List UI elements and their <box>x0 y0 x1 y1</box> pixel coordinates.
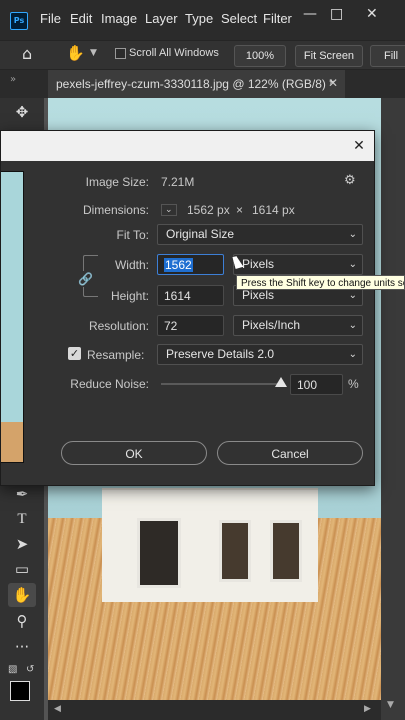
vertical-scrollbar[interactable]: ▼ <box>381 98 405 720</box>
chevron-down-icon: ⌄ <box>348 349 357 360</box>
zoom-tool-icon[interactable]: ⚲ <box>8 609 36 633</box>
resolution-unit-select[interactable]: Pixels/Inch ⌄ <box>233 315 363 336</box>
image-size-dialog: ✕ Image Size: 7.21M ⚙ Dimensions: ⌄ 1562… <box>0 130 375 486</box>
dimensions-times: × <box>236 203 244 217</box>
width-unit-select[interactable]: Pixels ⌄ <box>233 254 363 275</box>
image-preview[interactable] <box>1 171 24 463</box>
link-chain-icon[interactable]: 🔗 <box>78 271 93 287</box>
document-tab-title: pexels-jeffrey-czum-3330118.jpg @ 122% (… <box>56 77 334 91</box>
menu-file[interactable]: File <box>40 11 61 26</box>
chevron-down-icon[interactable]: ▼ <box>90 48 97 58</box>
scroll-down-icon[interactable]: ▼ <box>387 700 394 710</box>
height-input[interactable]: 1614 <box>157 285 224 306</box>
fit-to-value: Original Size <box>166 227 235 241</box>
maximize-icon[interactable]: □ <box>330 6 343 22</box>
reduce-noise-slider-thumb[interactable] <box>275 377 287 387</box>
photoshop-logo: Ps <box>10 12 28 30</box>
swap-colors-icon[interactable]: ↺ <box>26 664 34 675</box>
image-size-value: 7.21M <box>161 175 195 189</box>
resample-method-value: Preserve Details 2.0 <box>166 347 275 361</box>
width-input[interactable]: 1562 <box>157 254 224 275</box>
photo-house-window <box>270 520 302 582</box>
dimensions-width: 1562 px <box>187 203 230 217</box>
resolution-value: 72 <box>164 319 178 333</box>
fit-to-select[interactable]: Original Size ⌄ <box>157 224 363 245</box>
foreground-color-swatch[interactable] <box>10 681 30 701</box>
ok-button[interactable]: OK <box>61 441 207 465</box>
menu-edit[interactable]: Edit <box>70 11 92 26</box>
options-bar: ⌂ ✋ ▼ Scroll All Windows 100% Fit Screen… <box>0 40 405 70</box>
scroll-right-icon[interactable]: ▶ <box>364 704 371 714</box>
reduce-noise-value: 100 <box>297 378 318 392</box>
height-label: Height: <box>110 289 149 303</box>
scroll-all-windows-checkbox[interactable] <box>115 48 126 59</box>
settings-gear-icon[interactable]: ⚙ <box>344 173 356 188</box>
cancel-button[interactable]: Cancel <box>217 441 363 465</box>
fill-screen-button[interactable]: Fill <box>370 45 405 67</box>
chevron-down-icon: ⌄ <box>348 259 357 270</box>
resample-checkbox[interactable]: ✓ <box>68 347 81 360</box>
fit-screen-button[interactable]: Fit Screen <box>295 45 363 67</box>
path-selection-tool-icon[interactable]: ➤ <box>8 532 36 556</box>
tab-close-icon[interactable]: ✕ <box>328 76 338 90</box>
dimensions-label: Dimensions: <box>82 203 149 217</box>
document-tab[interactable]: pexels-jeffrey-czum-3330118.jpg @ 122% (… <box>48 70 345 98</box>
scroll-left-icon[interactable]: ◀ <box>54 704 61 714</box>
zoom-100-button[interactable]: 100% <box>234 45 286 67</box>
width-value: 1562 <box>164 258 193 272</box>
image-size-label: Image Size: <box>85 175 149 189</box>
photo-house <box>102 488 318 602</box>
fit-to-label: Fit To: <box>116 228 149 242</box>
resample-method-select[interactable]: Preserve Details 2.0 ⌄ <box>157 344 363 365</box>
resolution-unit-value: Pixels/Inch <box>242 318 301 332</box>
menu-layer[interactable]: Layer <box>145 11 178 26</box>
menu-select[interactable]: Select <box>221 11 257 26</box>
width-label: Width: <box>114 258 149 272</box>
height-unit-value: Pixels <box>242 288 275 302</box>
close-window-icon[interactable]: ✕ <box>366 6 378 22</box>
horizontal-scrollbar[interactable]: ◀ ▶ <box>48 700 381 720</box>
type-tool-icon[interactable]: T <box>8 507 36 531</box>
hand-tool-icon[interactable]: ✋ <box>66 44 85 62</box>
rectangle-tool-icon[interactable]: ▭ <box>8 557 36 581</box>
reduce-noise-input[interactable]: 100 <box>290 374 343 395</box>
scroll-all-windows-label: Scroll All Windows <box>129 47 219 59</box>
photo-house-door <box>137 518 181 588</box>
reduce-noise-label: Reduce Noise: <box>70 377 149 391</box>
reduce-noise-slider-track[interactable] <box>161 383 281 385</box>
height-value: 1614 <box>164 289 191 303</box>
more-tools-icon[interactable]: ··· <box>8 635 36 659</box>
home-icon[interactable]: ⌂ <box>22 44 32 63</box>
menu-bar: Ps File Edit Image Layer Type Select Fil… <box>0 0 405 40</box>
document-tab-bar: » pexels-jeffrey-czum-3330118.jpg @ 122%… <box>0 70 405 98</box>
dialog-close-icon[interactable]: ✕ <box>349 135 369 157</box>
resolution-label: Resolution: <box>88 319 149 333</box>
preview-ground <box>1 422 23 462</box>
units-tooltip: Press the Shift key to change units sep <box>236 275 405 290</box>
chevron-down-icon: ⌄ <box>348 229 357 240</box>
dimensions-height: 1614 px <box>252 203 295 217</box>
hand-tool-icon[interactable]: ✋ <box>8 583 36 607</box>
dialog-title-bar[interactable] <box>1 131 374 161</box>
dimensions-units-chevron-icon[interactable]: ⌄ <box>161 204 177 216</box>
move-tool-icon[interactable]: ✥ <box>8 100 36 124</box>
collapse-panels-icon[interactable]: » <box>10 74 16 85</box>
minimize-icon[interactable]: — <box>303 6 317 22</box>
resolution-input[interactable]: 72 <box>157 315 224 336</box>
percent-sign: % <box>348 377 359 391</box>
menu-image[interactable]: Image <box>101 11 137 26</box>
chevron-down-icon: ⌄ <box>348 320 357 331</box>
photo-house-window <box>219 520 251 582</box>
menu-type[interactable]: Type <box>185 11 213 26</box>
default-colors-icon[interactable]: ▧ <box>8 664 17 675</box>
width-unit-value: Pixels <box>242 257 275 271</box>
menu-filter[interactable]: Filter <box>263 11 292 26</box>
resample-label: Resample: <box>87 348 145 362</box>
